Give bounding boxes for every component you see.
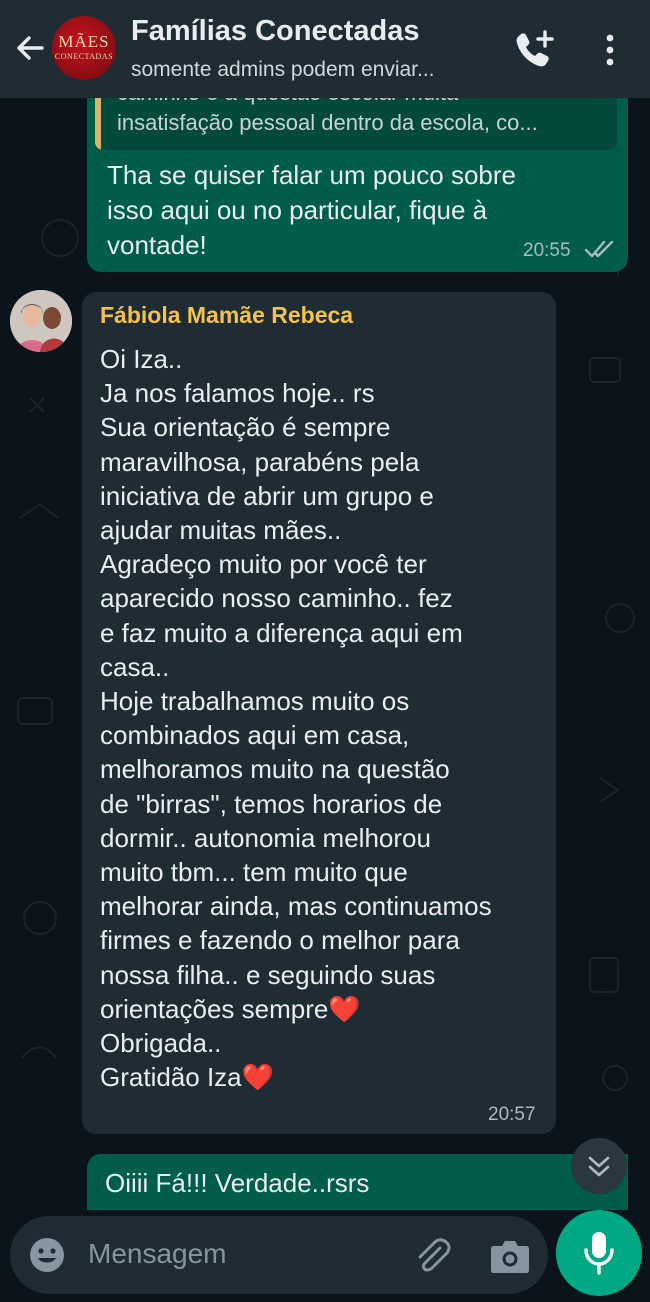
- quote-text-line: caminho e a questão escolar muita: [117, 98, 458, 106]
- message-composer: Mensagem: [0, 1210, 650, 1302]
- quote-accent-bar: [95, 98, 101, 150]
- message-input-placeholder[interactable]: Mensagem: [88, 1238, 227, 1270]
- camera-icon[interactable]: [488, 1236, 532, 1276]
- profile-photo-icon: [10, 290, 72, 352]
- group-subtitle[interactable]: somente admins podem enviar...: [131, 58, 435, 82]
- message-time: 20:55: [523, 240, 571, 261]
- double-check-icon: [584, 240, 614, 258]
- message-text: Oi Iza.. Ja nos falamos hoje.. rs Sua or…: [100, 344, 492, 1093]
- double-chevron-down-icon: [588, 1156, 610, 1177]
- scroll-to-bottom-button[interactable]: [571, 1138, 627, 1194]
- voice-message-button[interactable]: [556, 1210, 642, 1296]
- microphone-icon: [584, 1232, 614, 1275]
- arrow-left-icon[interactable]: [12, 30, 48, 66]
- group-logo-text-bottom: CONECTADAS: [54, 52, 114, 61]
- outgoing-message[interactable]: caminho e a questão escolar muita insati…: [87, 98, 628, 272]
- chat-header: MÃES CONECTADAS Famílias Conectadas some…: [0, 0, 650, 98]
- emoji-icon[interactable]: [28, 1236, 66, 1274]
- group-logo-text-top: MÃES: [58, 32, 110, 51]
- group-avatar[interactable]: MÃES CONECTADAS: [52, 16, 116, 80]
- message-time: 20:57: [488, 1104, 536, 1125]
- message-text: Oiiii Fá!!! Verdade..rsrs: [105, 1168, 370, 1198]
- quoted-reply[interactable]: caminho e a questão escolar muita insati…: [95, 98, 617, 150]
- message-input-field[interactable]: Mensagem: [10, 1216, 548, 1294]
- quote-text-line: insatisfação pessoal dentro da escola, c…: [117, 110, 538, 135]
- kebab-menu-icon[interactable]: [596, 30, 624, 70]
- chat-area[interactable]: caminho e a questão escolar muita insati…: [0, 98, 650, 1210]
- add-call-icon[interactable]: [512, 28, 556, 68]
- sender-name[interactable]: Fábiola Mamãe Rebeca: [100, 302, 353, 329]
- sender-avatar[interactable]: [10, 290, 72, 352]
- incoming-message[interactable]: Fábiola Mamãe Rebeca Oi Iza.. Ja nos fal…: [82, 292, 556, 1134]
- outgoing-message[interactable]: Oiiii Fá!!! Verdade..rsrs: [87, 1154, 628, 1210]
- group-title[interactable]: Famílias Conectadas: [131, 15, 420, 48]
- paperclip-icon[interactable]: [410, 1234, 454, 1278]
